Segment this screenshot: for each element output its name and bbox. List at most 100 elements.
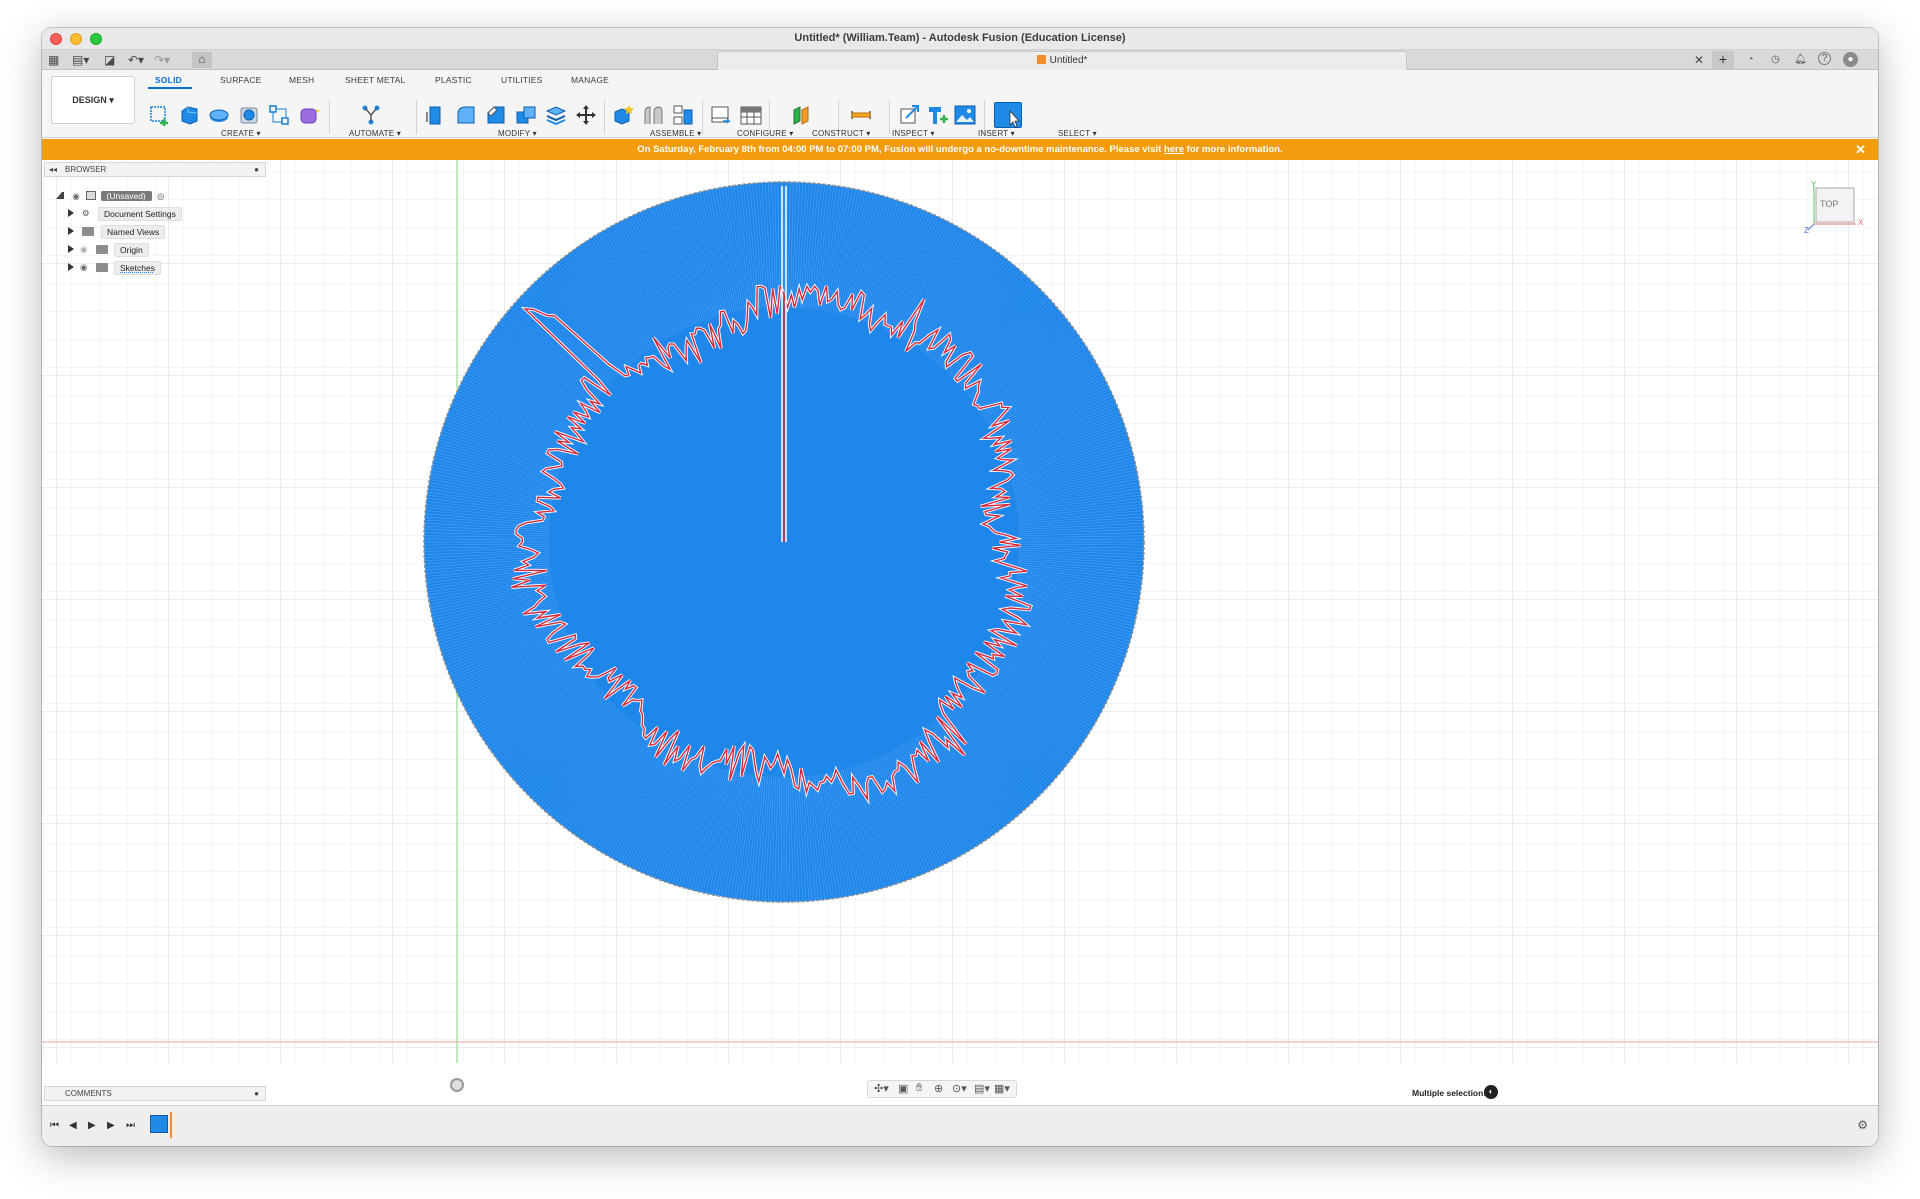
- grid-settings-icon[interactable]: ▦▾: [994, 1082, 1010, 1095]
- help-icon[interactable]: ?: [1818, 52, 1831, 65]
- browser-title: BROWSER: [65, 165, 107, 174]
- expand-root-icon[interactable]: [56, 191, 64, 199]
- sketch-disc[interactable]: [423, 181, 1145, 903]
- navigation-bar: ✣▾ ▣ ✋︎ ⊕ ⊙▾ ▤▾ ▦▾: [867, 1080, 1017, 1098]
- configuration-table-icon[interactable]: [740, 104, 762, 126]
- revolve-icon[interactable]: [208, 104, 230, 126]
- insert-menu[interactable]: INSERT ▾: [978, 129, 1015, 138]
- form-icon[interactable]: [298, 104, 320, 126]
- tab-solid[interactable]: SOLID: [155, 75, 182, 85]
- timeline-settings-icon[interactable]: ⚙: [1857, 1118, 1868, 1132]
- workspace-switcher-button[interactable]: DESIGN ▾: [51, 76, 135, 124]
- select-menu[interactable]: SELECT ▾: [1058, 129, 1097, 138]
- create-menu[interactable]: CREATE ▾: [221, 129, 261, 138]
- pattern-icon[interactable]: [268, 104, 290, 126]
- timeline-sketch-feature[interactable]: [150, 1115, 168, 1133]
- move-icon[interactable]: [575, 104, 597, 126]
- tab-utilities[interactable]: UTILITIES: [501, 75, 542, 85]
- comments-panel[interactable]: COMMENTS ●: [44, 1086, 266, 1101]
- timeline-last-icon[interactable]: ⏭︎: [126, 1120, 135, 1131]
- look-at-icon[interactable]: ▣: [898, 1082, 908, 1095]
- expand-arrow-icon[interactable]: [68, 227, 74, 235]
- undo-icon[interactable]: ↶▾: [128, 53, 144, 67]
- tab-plastic[interactable]: PLASTIC: [435, 75, 472, 85]
- document-cube-icon: [1036, 55, 1046, 64]
- fit-icon[interactable]: ⊙▾: [952, 1082, 967, 1095]
- expand-arrow-icon[interactable]: [68, 245, 74, 253]
- combine-icon[interactable]: [515, 104, 537, 126]
- tab-mesh[interactable]: MESH: [289, 75, 314, 85]
- as-built-joint-icon[interactable]: [672, 104, 694, 126]
- modify-menu[interactable]: MODIFY ▾: [498, 129, 537, 138]
- browser-root[interactable]: ◉ (Unsaved) ◎: [56, 190, 165, 202]
- browser-header[interactable]: ◂◂ BROWSER ●: [44, 162, 266, 177]
- extrude-icon[interactable]: [178, 104, 200, 126]
- toolbar-separator: [604, 100, 605, 134]
- offset-plane-icon[interactable]: [790, 104, 812, 126]
- inspect-menu[interactable]: INSPECT ▾: [892, 129, 935, 138]
- select-tool-button[interactable]: [994, 102, 1022, 128]
- new-component-icon[interactable]: [612, 104, 634, 126]
- document-tab[interactable]: Untitled*: [717, 51, 1407, 70]
- file-menu-icon[interactable]: ▤▾: [72, 53, 89, 67]
- job-status-icon[interactable]: ◷: [1768, 52, 1783, 67]
- automate-menu[interactable]: AUTOMATE ▾: [349, 129, 401, 138]
- tab-surface[interactable]: SURFACE: [220, 75, 262, 85]
- configure-icon[interactable]: [710, 104, 732, 126]
- activate-radio-icon[interactable]: ◎: [157, 191, 164, 201]
- hole-icon[interactable]: [238, 104, 260, 126]
- banner-close-icon[interactable]: ✕: [1855, 139, 1866, 160]
- configure-menu[interactable]: CONFIGURE ▾: [737, 129, 793, 138]
- insert-mcmaster-icon[interactable]: [926, 104, 948, 126]
- expand-arrow-icon[interactable]: [68, 209, 74, 217]
- comments-add-icon[interactable]: ●: [254, 1087, 259, 1100]
- joint-icon[interactable]: [642, 104, 664, 126]
- design-canvas[interactable]: [42, 160, 1878, 1063]
- insert-canvas-icon[interactable]: [954, 104, 976, 126]
- expand-arrow-icon[interactable]: [68, 263, 74, 271]
- shell-icon[interactable]: [545, 104, 567, 126]
- automate-menu-label: AUTOMATE: [349, 129, 395, 138]
- selection-filter-icon[interactable]: ◐: [1484, 1085, 1498, 1099]
- chamfer-icon[interactable]: [485, 104, 507, 126]
- orbit-icon[interactable]: ✣▾: [874, 1082, 889, 1095]
- collapse-panel-icon[interactable]: ◂◂: [49, 163, 57, 176]
- browser-item-label: Sketches: [114, 261, 161, 275]
- browser-pin-icon[interactable]: ●: [254, 163, 259, 176]
- axis-y-label: Y: [1811, 180, 1817, 189]
- visibility-eye-icon[interactable]: ◉: [72, 191, 79, 201]
- visibility-eye-icon[interactable]: ◉: [80, 243, 87, 255]
- new-tab-button[interactable]: +: [1712, 51, 1734, 69]
- timeline-play-icon[interactable]: ▶︎: [88, 1120, 96, 1131]
- construct-menu[interactable]: CONSTRUCT ▾: [812, 129, 871, 138]
- create-sketch-icon[interactable]: [148, 104, 170, 126]
- display-settings-icon[interactable]: ▤▾: [974, 1082, 990, 1095]
- assemble-menu[interactable]: ASSEMBLE ▾: [650, 129, 701, 138]
- user-avatar-icon[interactable]: ●: [1843, 52, 1858, 67]
- pan-icon[interactable]: ✋︎: [916, 1082, 922, 1095]
- workspace-switcher-label: DESIGN: [72, 95, 107, 105]
- automate-icon[interactable]: [360, 104, 382, 126]
- banner-link[interactable]: here: [1164, 144, 1184, 155]
- notifications-icon[interactable]: 🔔︎: [1793, 52, 1808, 67]
- viewcube[interactable]: TOP Y X Z: [1804, 180, 1863, 235]
- insert-derive-icon[interactable]: [898, 104, 920, 126]
- app-grid-icon[interactable]: ▦: [48, 53, 59, 67]
- measure-icon[interactable]: [850, 104, 872, 126]
- redo-icon[interactable]: ↷▾: [154, 53, 170, 67]
- timeline-marker[interactable]: [170, 1112, 172, 1138]
- timeline-first-icon[interactable]: ⏮︎: [50, 1120, 59, 1131]
- visibility-eye-icon[interactable]: ◉: [80, 261, 87, 273]
- press-pull-icon[interactable]: [425, 104, 447, 126]
- extensions-icon[interactable]: ◔: [1743, 52, 1758, 67]
- tab-sheet-metal[interactable]: SHEET METAL: [345, 75, 405, 85]
- fillet-icon[interactable]: [455, 104, 477, 126]
- save-icon[interactable]: ◪: [104, 53, 115, 67]
- timeline-next-icon[interactable]: ▶︎: [107, 1120, 115, 1131]
- tab-manage[interactable]: MANAGE: [571, 75, 609, 85]
- home-icon[interactable]: ⌂: [192, 52, 212, 68]
- zoom-icon[interactable]: ⊕: [934, 1082, 943, 1095]
- close-tab-icon[interactable]: ✕: [1694, 53, 1704, 67]
- timeline-prev-icon[interactable]: ◀︎: [69, 1120, 77, 1131]
- comments-title: COMMENTS: [65, 1089, 112, 1098]
